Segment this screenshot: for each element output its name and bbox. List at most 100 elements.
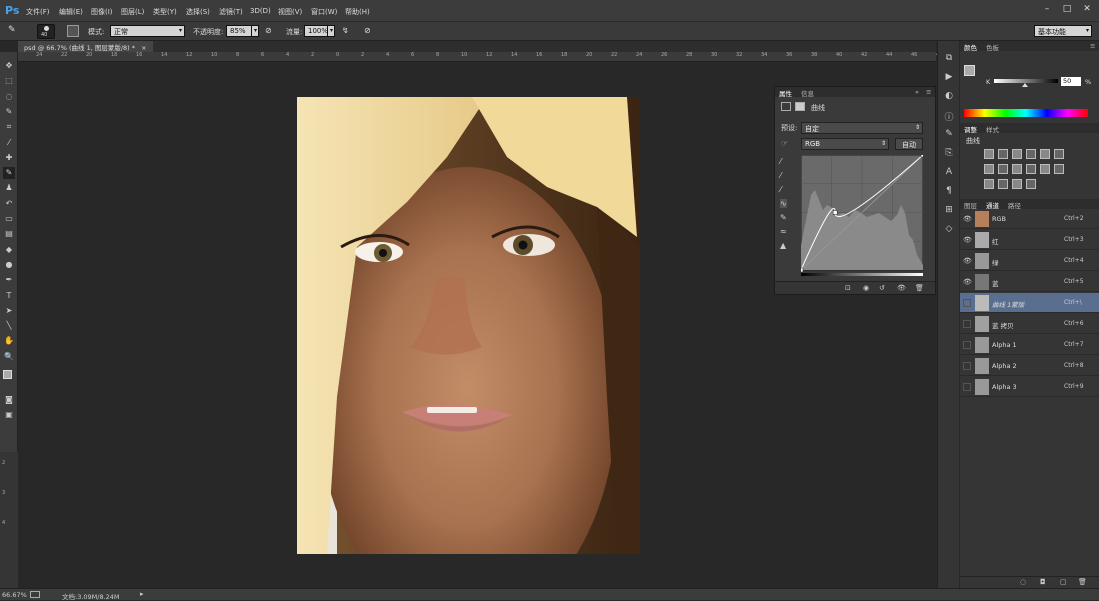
brush-icon[interactable]: ✎ [3,167,15,180]
quick-mask-icon[interactable]: ◙ [3,394,15,406]
panel-menu-icon[interactable]: ≡ [1090,42,1095,50]
k-value-input[interactable]: 50 [1061,77,1081,86]
channel-row[interactable]: Alpha 1 Ctrl+7 [960,335,1099,355]
brush-preset-picker[interactable]: 40 [37,24,55,39]
color-panel-icon[interactable]: ◐ [943,91,955,103]
pencil-draw-icon[interactable]: ✎ [780,213,787,222]
blur-icon[interactable]: ◆ [3,244,15,256]
eraser-icon[interactable]: ▭ [3,213,15,225]
menu-item[interactable]: 窗口(W) [311,7,337,17]
maximize-button[interactable]: □ [1060,4,1074,16]
black-point-eyedropper-icon[interactable]: ⁄ [780,157,781,166]
airbrush-icon[interactable]: ↯ [342,26,354,38]
menu-item[interactable]: 3D(D) [250,7,271,15]
curve-point-tool-icon[interactable]: ∿ [780,199,787,208]
curve-control-point[interactable] [832,210,838,215]
clipping-warning-icon[interactable]: ▲ [780,241,786,250]
path-select-icon[interactable]: ➤ [3,305,15,317]
threshold-icon[interactable] [998,179,1008,189]
load-selection-icon[interactable]: ◌ [1020,578,1026,586]
screen-mode-icon[interactable]: ▣ [3,409,15,421]
curves-icon[interactable] [1012,149,1022,159]
tab-properties[interactable]: 属性 [779,88,792,98]
bw-icon[interactable] [998,164,1008,174]
channel-row[interactable]: 👁 RGB Ctrl+2 [960,209,1099,229]
auto-button[interactable]: 自动 [895,138,923,150]
flow-input[interactable]: 100% [304,25,328,37]
levels-icon[interactable] [998,149,1008,159]
history-icon[interactable]: ⧉ [943,53,955,65]
channel-row[interactable]: Alpha 3 Ctrl+9 [960,377,1099,397]
line-icon[interactable]: ╲ [3,320,15,332]
brush-panel-icon[interactable]: ✎ [943,129,955,141]
info-icon[interactable]: ⓘ [943,110,955,123]
collapse-icon[interactable]: » [915,88,919,96]
history-brush-icon[interactable]: ↶ [3,198,15,210]
preset-select[interactable]: 自定 ⇕ [801,122,923,134]
color-lookup-icon[interactable] [1040,164,1050,174]
document-tab[interactable]: psd @ 66.7% (曲线 1, 图层蒙版/8) * × [18,41,153,52]
clone-source-icon[interactable]: ⎘ [943,148,955,160]
visibility-icon[interactable]: 👁 [897,284,906,292]
marquee-icon[interactable]: ⬚ [3,75,15,87]
visibility-eye-icon[interactable] [963,341,971,349]
menu-item[interactable]: 滤镜(T) [219,7,243,17]
clone-stamp-icon[interactable]: ♟ [3,182,15,194]
tab-swatches[interactable]: 色板 [986,42,999,52]
quick-select-icon[interactable]: ✎ [3,106,15,118]
channel-mixer-icon[interactable] [1026,164,1036,174]
channel-row[interactable]: 蓝 拷贝 Ctrl+6 [960,314,1099,334]
status-menu-icon[interactable]: ▸ [140,590,144,598]
hand-icon[interactable]: ✋ [3,335,15,347]
brightness-icon[interactable] [984,149,994,159]
curves-graph[interactable] [801,155,923,275]
brush-panel-toggle-icon[interactable] [67,25,79,37]
menu-item[interactable]: 编辑(E) [59,7,83,17]
tab-adjustments[interactable]: 调整 [964,124,977,134]
posterize-icon[interactable] [984,179,994,189]
opacity-dropdown[interactable]: ▾ [251,25,259,37]
zoom-icon[interactable]: 🔍 [3,351,15,363]
trash-icon[interactable]: 🗑 [915,284,924,292]
k-slider-handle[interactable] [1022,83,1028,87]
pressure-size-icon[interactable]: ⊘ [364,26,376,38]
channel-row[interactable]: 曲线 1蒙版 Ctrl+\ [960,293,1099,313]
save-selection-icon[interactable]: ◘ [1040,578,1046,586]
healing-icon[interactable]: ✚ [3,152,15,164]
delete-channel-icon[interactable]: 🗑 [1078,578,1087,586]
view-previous-icon[interactable]: ◉ [863,284,869,292]
menu-item[interactable]: 选择(S) [186,7,210,17]
paragraph-icon[interactable]: ¶ [943,186,955,198]
channel-select[interactable]: RGB ⇕ [801,138,889,150]
clip-to-layer-icon[interactable]: ⊡ [845,284,851,292]
actions-icon[interactable]: ▶ [943,72,955,84]
eyedropper-icon[interactable]: ⁄ [3,137,15,149]
close-tab-icon[interactable]: × [141,44,146,52]
menu-item[interactable]: 帮助(H) [345,7,370,17]
move-icon[interactable]: ✥ [3,60,15,72]
close-button[interactable]: ✕ [1080,4,1094,16]
reset-icon[interactable]: ↺ [879,284,885,292]
vibrance-icon[interactable] [1040,149,1050,159]
menu-item[interactable]: 文件(F) [26,7,50,17]
channel-row[interactable]: 👁 绿 Ctrl+4 [960,251,1099,271]
channel-row[interactable]: 👁 红 Ctrl+3 [960,230,1099,250]
gradient-map-icon[interactable] [1012,179,1022,189]
curve-control-point[interactable] [801,267,804,273]
pen-icon[interactable]: ✒ [3,274,15,286]
menu-item[interactable]: 图像(I) [91,7,113,17]
channel-row[interactable]: Alpha 2 Ctrl+8 [960,356,1099,376]
portrait-photo[interactable] [297,97,640,554]
visibility-eye-icon[interactable]: 👁 [963,236,972,244]
visibility-eye-icon[interactable] [963,320,971,328]
opacity-input[interactable]: 85% [226,25,252,37]
menu-item[interactable]: 视图(V) [278,7,302,17]
layer-mask-icon[interactable] [795,102,805,111]
hand-adjust-icon[interactable]: ☞ [781,139,791,149]
brush-tool-icon[interactable]: ✎ [8,25,26,37]
curve-control-point[interactable] [920,155,923,158]
dodge-icon[interactable]: ● [3,259,15,271]
color-spectrum-bar[interactable] [964,109,1088,117]
new-channel-icon[interactable]: ▢ [1060,578,1067,586]
foreground-color-swatch[interactable] [964,65,975,76]
